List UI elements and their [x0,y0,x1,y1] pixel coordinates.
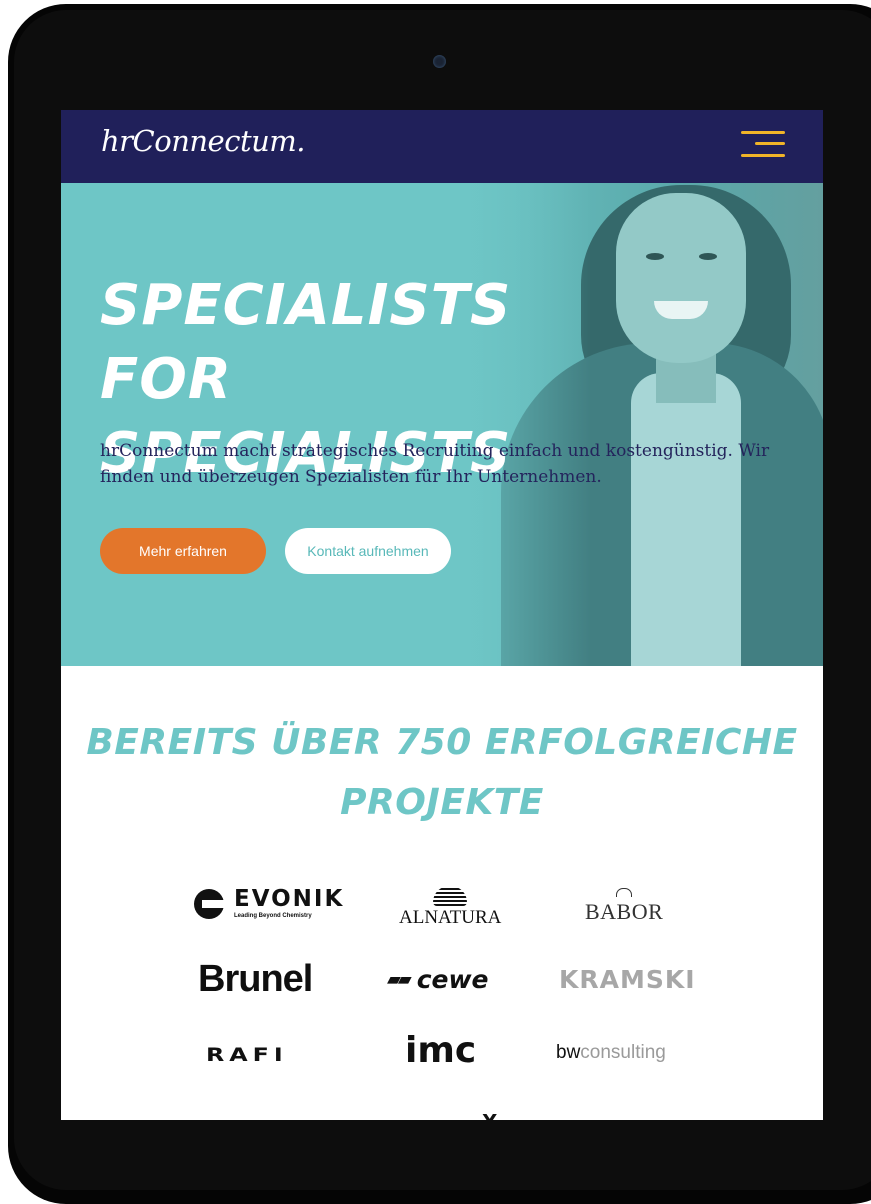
contact-button[interactable]: Kontakt aufnehmen [285,528,451,574]
client-logo-brunel: Brunel [198,958,313,1000]
babor-crest-icon [616,888,633,897]
evonik-mark-icon [194,888,224,919]
client-logo-imc: imc [405,1030,477,1071]
hero-title-line: SPECIALISTS FOR [100,273,512,412]
references-title-line: PROJEKTE [340,782,544,823]
client-logo-name: cewe [416,965,489,994]
alnatura-sun-icon [433,886,468,906]
camera-icon [433,55,446,68]
client-logo-name: BABOR [585,899,664,924]
client-logo-evonik: EVONIK Leading Beyond Chemistry [194,888,344,919]
references-title: BEREITS ÜBER 750 ERFOLGREICHE PROJEKTE [61,713,823,833]
hero-photo-eye [699,253,717,260]
navbar: hrConnectum. [61,110,823,183]
client-logo-name-part: bw [556,1042,581,1063]
brand-logo[interactable]: hrConnectum. [101,124,306,158]
client-logo-tagline: Leading Beyond Chemistry [234,913,312,919]
client-logo-partial: X [482,1110,497,1120]
client-logo-bwconsulting: bw consulting [556,1042,666,1064]
client-logo-cewe: ▰▰ cewe [387,965,489,994]
cewe-mark-icon: ▰▰ [387,969,412,990]
client-logo-name: EVONIK [234,886,345,912]
hamburger-menu-icon[interactable] [739,129,785,161]
more-info-button[interactable]: Mehr erfahren [100,528,266,574]
client-logo-rafi: RAFI [206,1044,288,1066]
client-logo-name: ALNATURA [399,907,502,928]
client-logo-alnatura: ALNATURA [399,886,501,929]
client-logo-babor: BABOR [585,888,663,925]
client-logo-name-part: consulting [580,1042,666,1063]
tablet-screen: hrConnectum. SPECIALISTS FOR SPECIALISTS… [61,110,823,1120]
hero-section: SPECIALISTS FOR SPECIALISTS hrConnectum … [61,183,823,666]
hero-photo-eye [646,253,664,260]
references-title-line: BEREITS ÜBER 750 ERFOLGREICHE [86,722,798,763]
client-logo-kramski: KRAMSKI [559,965,696,994]
hero-description: hrConnectum macht strategisches Recruiti… [100,441,770,487]
